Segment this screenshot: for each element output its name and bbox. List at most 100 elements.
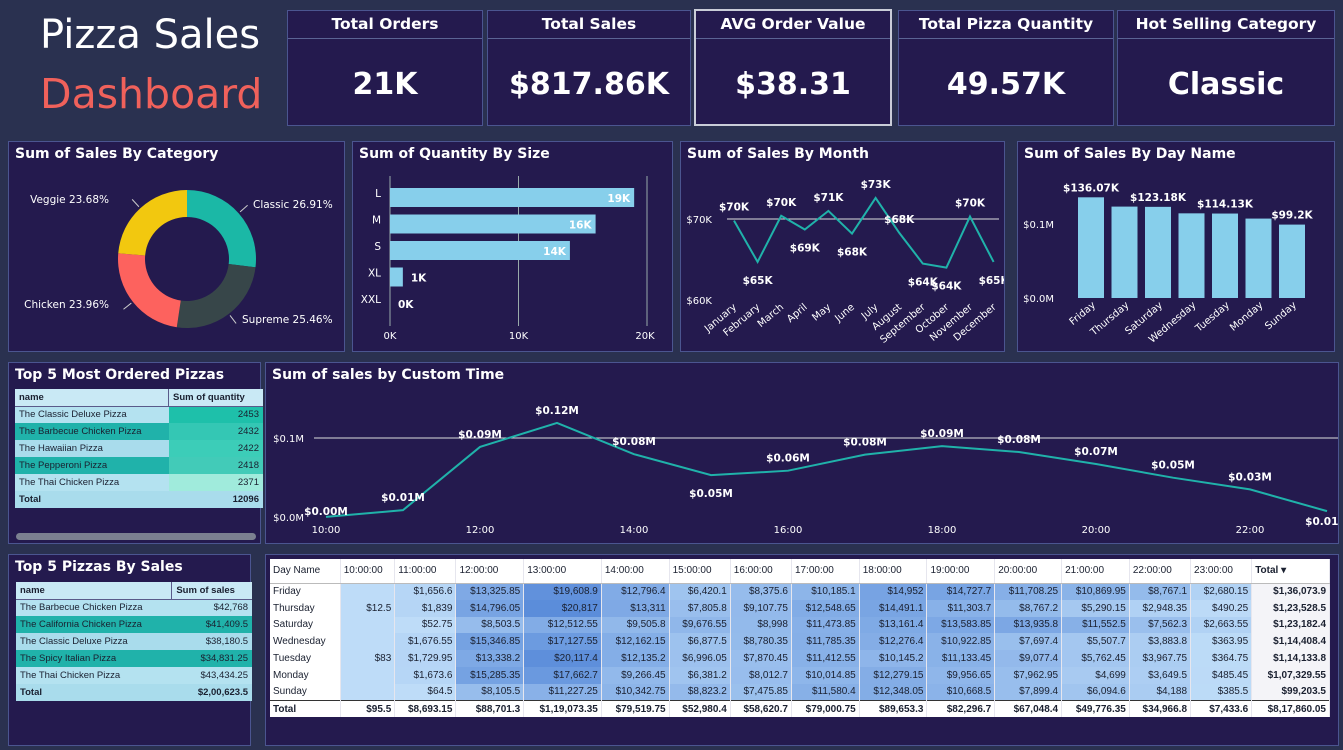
- value-cell: $41,409.5: [171, 616, 252, 633]
- column-header[interactable]: 15:00:00: [669, 559, 731, 584]
- column-header[interactable]: 23:00:00: [1190, 559, 1253, 584]
- sales-by-day-card[interactable]: Sum of Sales By Day Name $0.1M $0.0M $136.…: [1017, 141, 1335, 352]
- sales-by-month-chart[interactable]: $70K$60K$70KJanuary$65KFebruary$70KMarch…: [681, 142, 1004, 351]
- kpi-total-pizza-quantity[interactable]: Total Pizza Quantity 49.57K: [898, 10, 1114, 126]
- column-header[interactable]: 10:00:00: [340, 559, 396, 584]
- top5-sales-table[interactable]: name Sum of sales The Barbecue Chicken Piz…: [16, 582, 252, 701]
- sales-cell: $13,338.2: [455, 650, 525, 667]
- kpi-label: Hot Selling Category: [1135, 15, 1317, 33]
- total-cell: $34,966.8: [1129, 700, 1192, 718]
- column-header[interactable]: 12:00:00: [455, 559, 525, 584]
- column-header[interactable]: 20:00:00: [994, 559, 1063, 584]
- column-header[interactable]: name: [15, 389, 169, 407]
- sales-by-month-card[interactable]: Sum of Sales By Month $70K $60K $70K Januar…: [680, 141, 1005, 352]
- kpi-hot-selling-category[interactable]: Hot Selling Category Classic: [1117, 10, 1335, 126]
- sales-by-time-card[interactable]: Sum of sales by Custom Time $0.1M $0.0M $0…: [265, 362, 1339, 544]
- data-label: 0K: [398, 299, 414, 311]
- table-row[interactable]: Tuesday $83 $1,729.95 $13,338.2 $20,117.4 $12…: [270, 650, 1330, 667]
- table-row[interactable]: Sunday $64.5 $8,105.5 $11,227.25 $10,342.75 $…: [270, 683, 1330, 701]
- sales-cell: $20,117.4: [523, 650, 602, 667]
- pizza-name-cell: The Hawaiian Pizza: [15, 440, 169, 457]
- sales-cell: $13,311: [601, 599, 670, 617]
- day-bar-monday: [1245, 218, 1272, 298]
- column-header[interactable]: 21:00:00: [1061, 559, 1130, 584]
- sales-cell: $11,303.7: [926, 599, 996, 617]
- column-header[interactable]: 18:00:00: [859, 559, 928, 584]
- sales-cell: $5,507.7: [1061, 633, 1130, 651]
- sales-cell: $9,956.65: [926, 666, 996, 684]
- sales-by-day-chart[interactable]: $0.1M$0.0M$136.07KFridayThursday$123.18K…: [1018, 142, 1334, 351]
- row-total-cell: $1,23,528.5: [1251, 599, 1330, 617]
- sales-cell: $11,785.35: [791, 633, 860, 651]
- quantity-by-size-card[interactable]: Sum of Quantity By Size 0K 10K 20K L 19K M 16K…: [352, 141, 673, 352]
- table-row[interactable]: The Classic Deluxe Pizza 2453: [15, 406, 263, 423]
- table-row[interactable]: Friday $1,656.6 $13,325.85 $19,608.9 $12,796…: [270, 583, 1330, 600]
- horizontal-scrollbar[interactable]: [16, 533, 256, 540]
- day-bar-tuesday: [1212, 213, 1238, 298]
- column-header[interactable]: Total ▾: [1251, 559, 1330, 584]
- column-header[interactable]: 19:00:00: [926, 559, 996, 584]
- table-row[interactable]: The Hawaiian Pizza 2422: [15, 440, 263, 457]
- total-cell: Total: [15, 491, 169, 508]
- kpi-total-sales[interactable]: Total Sales $817.86K: [487, 10, 691, 126]
- table-row[interactable]: The Barbecue Chicken Pizza 2432: [15, 423, 263, 440]
- table-row[interactable]: The Thai Chicken Pizza $43,434.25: [16, 667, 252, 684]
- kpi-avg-order-value[interactable]: AVG Order Value $38.31: [694, 9, 892, 126]
- data-label: 19K: [607, 193, 631, 205]
- sales-matrix-card[interactable]: Day Name 10:00:00 11:00:00 12:00:00 13:00:00…: [265, 554, 1339, 746]
- x-tick-label: 10K: [509, 331, 529, 342]
- sales-matrix-table[interactable]: Day Name 10:00:00 11:00:00 12:00:00 13:00:00…: [270, 559, 1330, 718]
- y-tick-label: L: [375, 188, 381, 200]
- sales-cell: $2,948.35: [1129, 599, 1192, 617]
- column-header[interactable]: Sum of quantity: [168, 389, 263, 407]
- sales-by-category-card[interactable]: Sum of Sales By Category Classic 26.91% S…: [8, 141, 345, 352]
- sales-cell: $485.45: [1190, 666, 1253, 684]
- sales-cell: $12,135.2: [601, 650, 670, 667]
- total-cell: Total: [16, 684, 172, 701]
- column-header[interactable]: 11:00:00: [394, 559, 457, 584]
- leader-line: [123, 302, 132, 310]
- sales-cell: $9,077.4: [994, 650, 1063, 667]
- x-tick-label: 20K: [635, 331, 655, 342]
- table-row[interactable]: Wednesday $1,676.55 $15,346.85 $17,127.55 $1…: [270, 633, 1330, 651]
- kpi-total-orders[interactable]: Total Orders 21K: [287, 10, 483, 126]
- value-cell: 2432: [168, 423, 263, 440]
- sales-by-category-donut[interactable]: Classic 26.91% Supreme 25.46% Chicken 23.9…: [9, 142, 344, 351]
- total-cell: $2,00,623.5: [171, 684, 252, 701]
- x-tick-label: March: [756, 302, 786, 330]
- data-label: $68K: [884, 214, 915, 226]
- pizza-name-cell: The Classic Deluxe Pizza: [15, 406, 169, 423]
- table-row[interactable]: Saturday $52.75 $8,503.5 $12,512.55 $9,505.8…: [270, 616, 1330, 634]
- data-label: $71K: [813, 192, 844, 204]
- top5-ordered-card[interactable]: Top 5 Most Ordered Pizzas name Sum of qua…: [8, 362, 263, 544]
- table-row[interactable]: Thursday $12.5 $1,839 $14,796.05 $20,817 $13,…: [270, 599, 1330, 617]
- data-label: $70K: [766, 197, 797, 209]
- column-header[interactable]: 17:00:00: [791, 559, 860, 584]
- x-tick-label: 12:00: [466, 525, 495, 536]
- y-tick-label: $70K: [686, 215, 712, 226]
- column-header[interactable]: name: [16, 582, 172, 600]
- sales-by-time-chart[interactable]: $0.1M $0.0M$0.00M $0.01M $0.09M $0.12M $0.08M…: [266, 363, 1338, 543]
- table-row[interactable]: Monday $1,673.6 $15,285.35 $17,662.7 $9,266.…: [270, 666, 1330, 684]
- sales-cell: $52.75: [394, 616, 457, 634]
- table-row[interactable]: The Thai Chicken Pizza 2371: [15, 474, 263, 491]
- column-header[interactable]: Sum of sales: [171, 582, 252, 600]
- top5-ordered-table[interactable]: name Sum of quantity The Classic Deluxe Pi…: [15, 389, 263, 508]
- table-row[interactable]: The Barbecue Chicken Pizza $42,768: [16, 599, 252, 616]
- quantity-by-size-chart[interactable]: 0K 10K 20K L 19K M 16K S 14K XL 1K XXL 0K: [353, 142, 672, 351]
- table-row[interactable]: The Spicy Italian Pizza $34,831.25: [16, 650, 252, 667]
- column-header[interactable]: 13:00:00: [523, 559, 602, 584]
- table-row[interactable]: The California Chicken Pizza $41,409.5: [16, 616, 252, 633]
- value-cell: $43,434.25: [171, 667, 252, 684]
- sales-cell: $17,662.7: [523, 666, 602, 684]
- table-row[interactable]: The Pepperoni Pizza 2418: [15, 457, 263, 474]
- column-header[interactable]: Day Name: [270, 559, 341, 584]
- column-header[interactable]: 14:00:00: [601, 559, 670, 584]
- data-label: $0.05M: [689, 488, 733, 500]
- table-row[interactable]: The Classic Deluxe Pizza $38,180.5: [16, 633, 252, 650]
- top5-sales-card[interactable]: Top 5 Pizzas By Sales name Sum of sales Th…: [8, 554, 252, 746]
- column-header[interactable]: 22:00:00: [1129, 559, 1192, 584]
- sales-cell: [340, 583, 396, 600]
- column-header[interactable]: 16:00:00: [730, 559, 792, 584]
- y-tick-label: XXL: [361, 294, 381, 306]
